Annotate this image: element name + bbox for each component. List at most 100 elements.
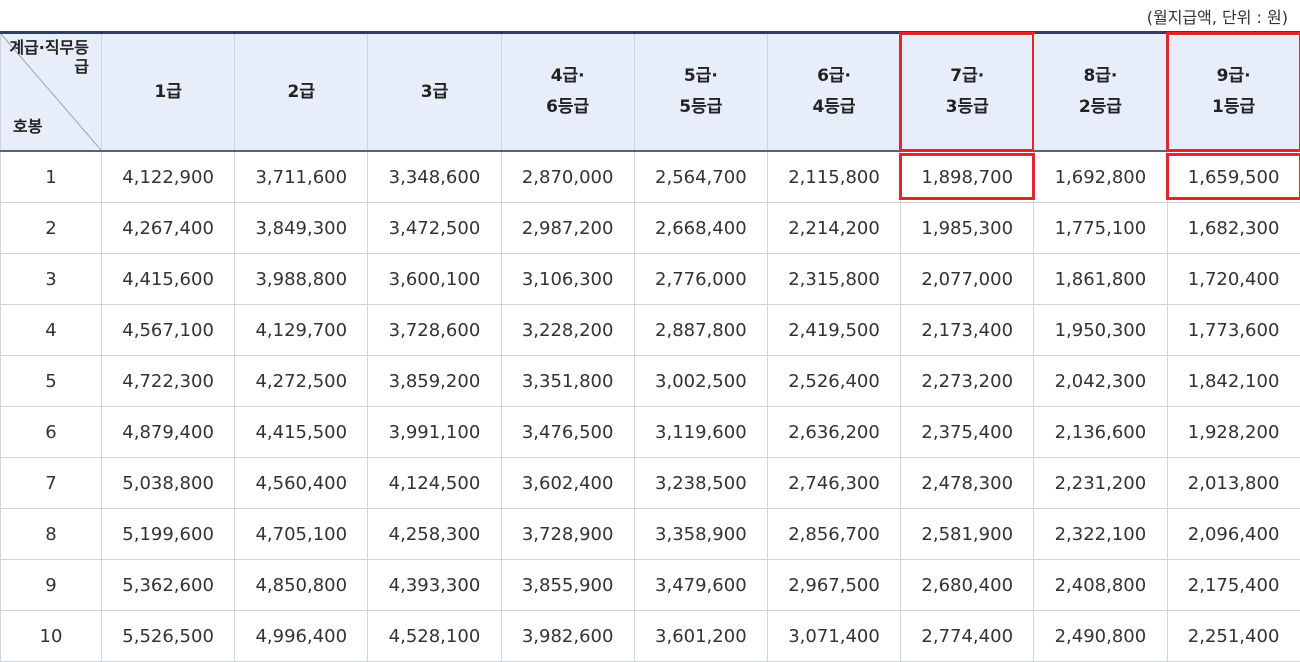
step-cell: 6 [0, 406, 102, 458]
salary-value: 2,251,400 [1187, 625, 1280, 647]
salary-value: 3,601,200 [655, 625, 747, 647]
table-row: 10 5,526,500 4,996,400 4,528,100 3,982,600 3,… [0, 610, 1300, 662]
grade-header-3: 3급 [367, 32, 502, 152]
grade-header-5: 5급· 5등급 [633, 32, 768, 152]
salary-value: 2,077,000 [921, 268, 1014, 290]
step-cell: 2 [0, 202, 102, 254]
salary-cell: 3,228,200 [500, 304, 635, 356]
salary-cell: 2,375,400 [900, 406, 1035, 458]
step-cell: 3 [0, 253, 102, 305]
salary-cell: 3,119,600 [633, 406, 768, 458]
grade-header-4: 4급· 6등급 [500, 32, 635, 152]
salary-cell: 1,950,300 [1033, 304, 1168, 356]
salary-cell: 3,002,500 [633, 355, 768, 407]
salary-cell: 4,996,400 [234, 610, 369, 662]
salary-value: 2,214,200 [788, 217, 880, 239]
salary-cell: 5,038,800 [100, 457, 236, 509]
table-row: 1 4,122,900 3,711,600 3,348,600 2,870,000 2,5… [0, 150, 1300, 203]
salary-cell: 2,776,000 [633, 253, 768, 305]
salary-cell: 2,887,800 [633, 304, 768, 356]
salary-cell: 3,476,500 [500, 406, 635, 458]
salary-cell: 4,850,800 [234, 559, 369, 611]
salary-value: 1,659,500 [1187, 166, 1280, 188]
step-cell: 10 [0, 610, 102, 662]
salary-value: 2,115,800 [788, 166, 880, 188]
grade-header-8: 8급· 2등급 [1033, 32, 1168, 152]
salary-value: 5,526,500 [122, 625, 214, 647]
salary-value: 4,129,700 [255, 319, 348, 341]
salary-cell: 1,928,200 [1166, 406, 1300, 458]
salary-cell: 3,071,400 [766, 610, 902, 662]
salary-value: 1,950,300 [1054, 319, 1147, 341]
salary-cell: 3,855,900 [500, 559, 635, 611]
salary-value: 3,228,200 [521, 319, 614, 341]
salary-cell: 2,680,400 [900, 559, 1035, 611]
salary-value: 5,038,800 [122, 472, 214, 494]
grade-header-line2: 5등급 [679, 97, 723, 117]
salary-value: 4,258,300 [388, 523, 481, 545]
grade-header-line1: 8급· [1083, 66, 1118, 86]
salary-cell: 1,692,800 [1033, 150, 1168, 203]
salary-value: 3,106,300 [521, 268, 614, 290]
grade-header-9: 9급· 1등급 [1165, 32, 1300, 152]
salary-value: 2,478,300 [921, 472, 1014, 494]
salary-cell: 1,773,600 [1166, 304, 1300, 356]
grade-header-line2: 2등급 [1078, 97, 1122, 117]
salary-value: 2,173,400 [921, 319, 1014, 341]
salary-value: 2,175,400 [1187, 574, 1280, 596]
step-cell: 5 [0, 355, 102, 407]
salary-value: 5,362,600 [122, 574, 214, 596]
salary-cell: 2,490,800 [1033, 610, 1168, 662]
salary-cell: 2,967,500 [766, 559, 902, 611]
table-row: 4 4,567,100 4,129,700 3,728,600 3,228,200 2,8… [0, 304, 1300, 356]
salary-cell: 1,842,100 [1166, 355, 1300, 407]
table-row: 9 5,362,600 4,850,800 4,393,300 3,855,900 3,4… [0, 559, 1300, 611]
salary-cell: 3,991,100 [367, 406, 502, 458]
salary-cell: 2,564,700 [633, 150, 768, 203]
salary-value: 2,408,800 [1054, 574, 1147, 596]
salary-value: 3,602,400 [521, 472, 614, 494]
salary-value: 2,581,900 [921, 523, 1014, 545]
salary-value: 2,490,800 [1054, 625, 1147, 647]
grade-header-line1: 4급· [550, 66, 585, 86]
salary-cell: 4,567,100 [100, 304, 236, 356]
grade-header-line2: 4등급 [812, 97, 856, 117]
salary-cell: 2,013,800 [1166, 457, 1300, 509]
salary-value: 3,119,600 [655, 421, 747, 443]
salary-value: 4,705,100 [255, 523, 348, 545]
salary-cell: 3,358,900 [633, 508, 768, 560]
table-row: 3 4,415,600 3,988,800 3,600,100 3,106,300 2,7… [0, 253, 1300, 305]
salary-cell: 1,659,500 [1165, 150, 1300, 203]
salary-cell: 4,129,700 [234, 304, 369, 356]
salary-cell: 2,478,300 [900, 457, 1035, 509]
salary-value: 1,928,200 [1187, 421, 1280, 443]
salary-value: 2,987,200 [521, 217, 614, 239]
salary-value: 1,842,100 [1187, 370, 1280, 392]
salary-value: 2,564,700 [655, 166, 747, 188]
salary-value: 3,988,800 [255, 268, 348, 290]
salary-value: 2,526,400 [788, 370, 880, 392]
salary-value: 2,273,200 [921, 370, 1014, 392]
grade-header-line1: 3급 [420, 81, 449, 102]
salary-cell: 2,231,200 [1033, 457, 1168, 509]
salary-value: 2,419,500 [788, 319, 880, 341]
salary-table: 계급·직무등급 호봉 1급 2급 3급 4급· 6등급 5급· 5등급 6급· 4등급 7급· 3등… [0, 31, 1300, 662]
salary-cell: 2,322,100 [1033, 508, 1168, 560]
grade-header-7: 7급· 3등급 [899, 32, 1036, 152]
salary-cell: 2,315,800 [766, 253, 902, 305]
salary-value: 2,636,200 [788, 421, 880, 443]
salary-value: 3,859,200 [388, 370, 481, 392]
salary-cell: 2,419,500 [766, 304, 902, 356]
salary-value: 2,013,800 [1187, 472, 1280, 494]
salary-value: 3,728,900 [521, 523, 614, 545]
salary-value: 2,042,300 [1054, 370, 1147, 392]
salary-cell: 2,042,300 [1033, 355, 1168, 407]
salary-cell: 2,668,400 [633, 202, 768, 254]
salary-value: 2,375,400 [921, 421, 1014, 443]
grade-header-6: 6급· 4등급 [766, 32, 902, 152]
salary-cell: 3,479,600 [633, 559, 768, 611]
salary-cell: 2,987,200 [500, 202, 635, 254]
grade-header-line1: 9급· [1216, 66, 1251, 86]
salary-cell: 3,472,500 [367, 202, 502, 254]
salary-cell: 4,267,400 [100, 202, 236, 254]
